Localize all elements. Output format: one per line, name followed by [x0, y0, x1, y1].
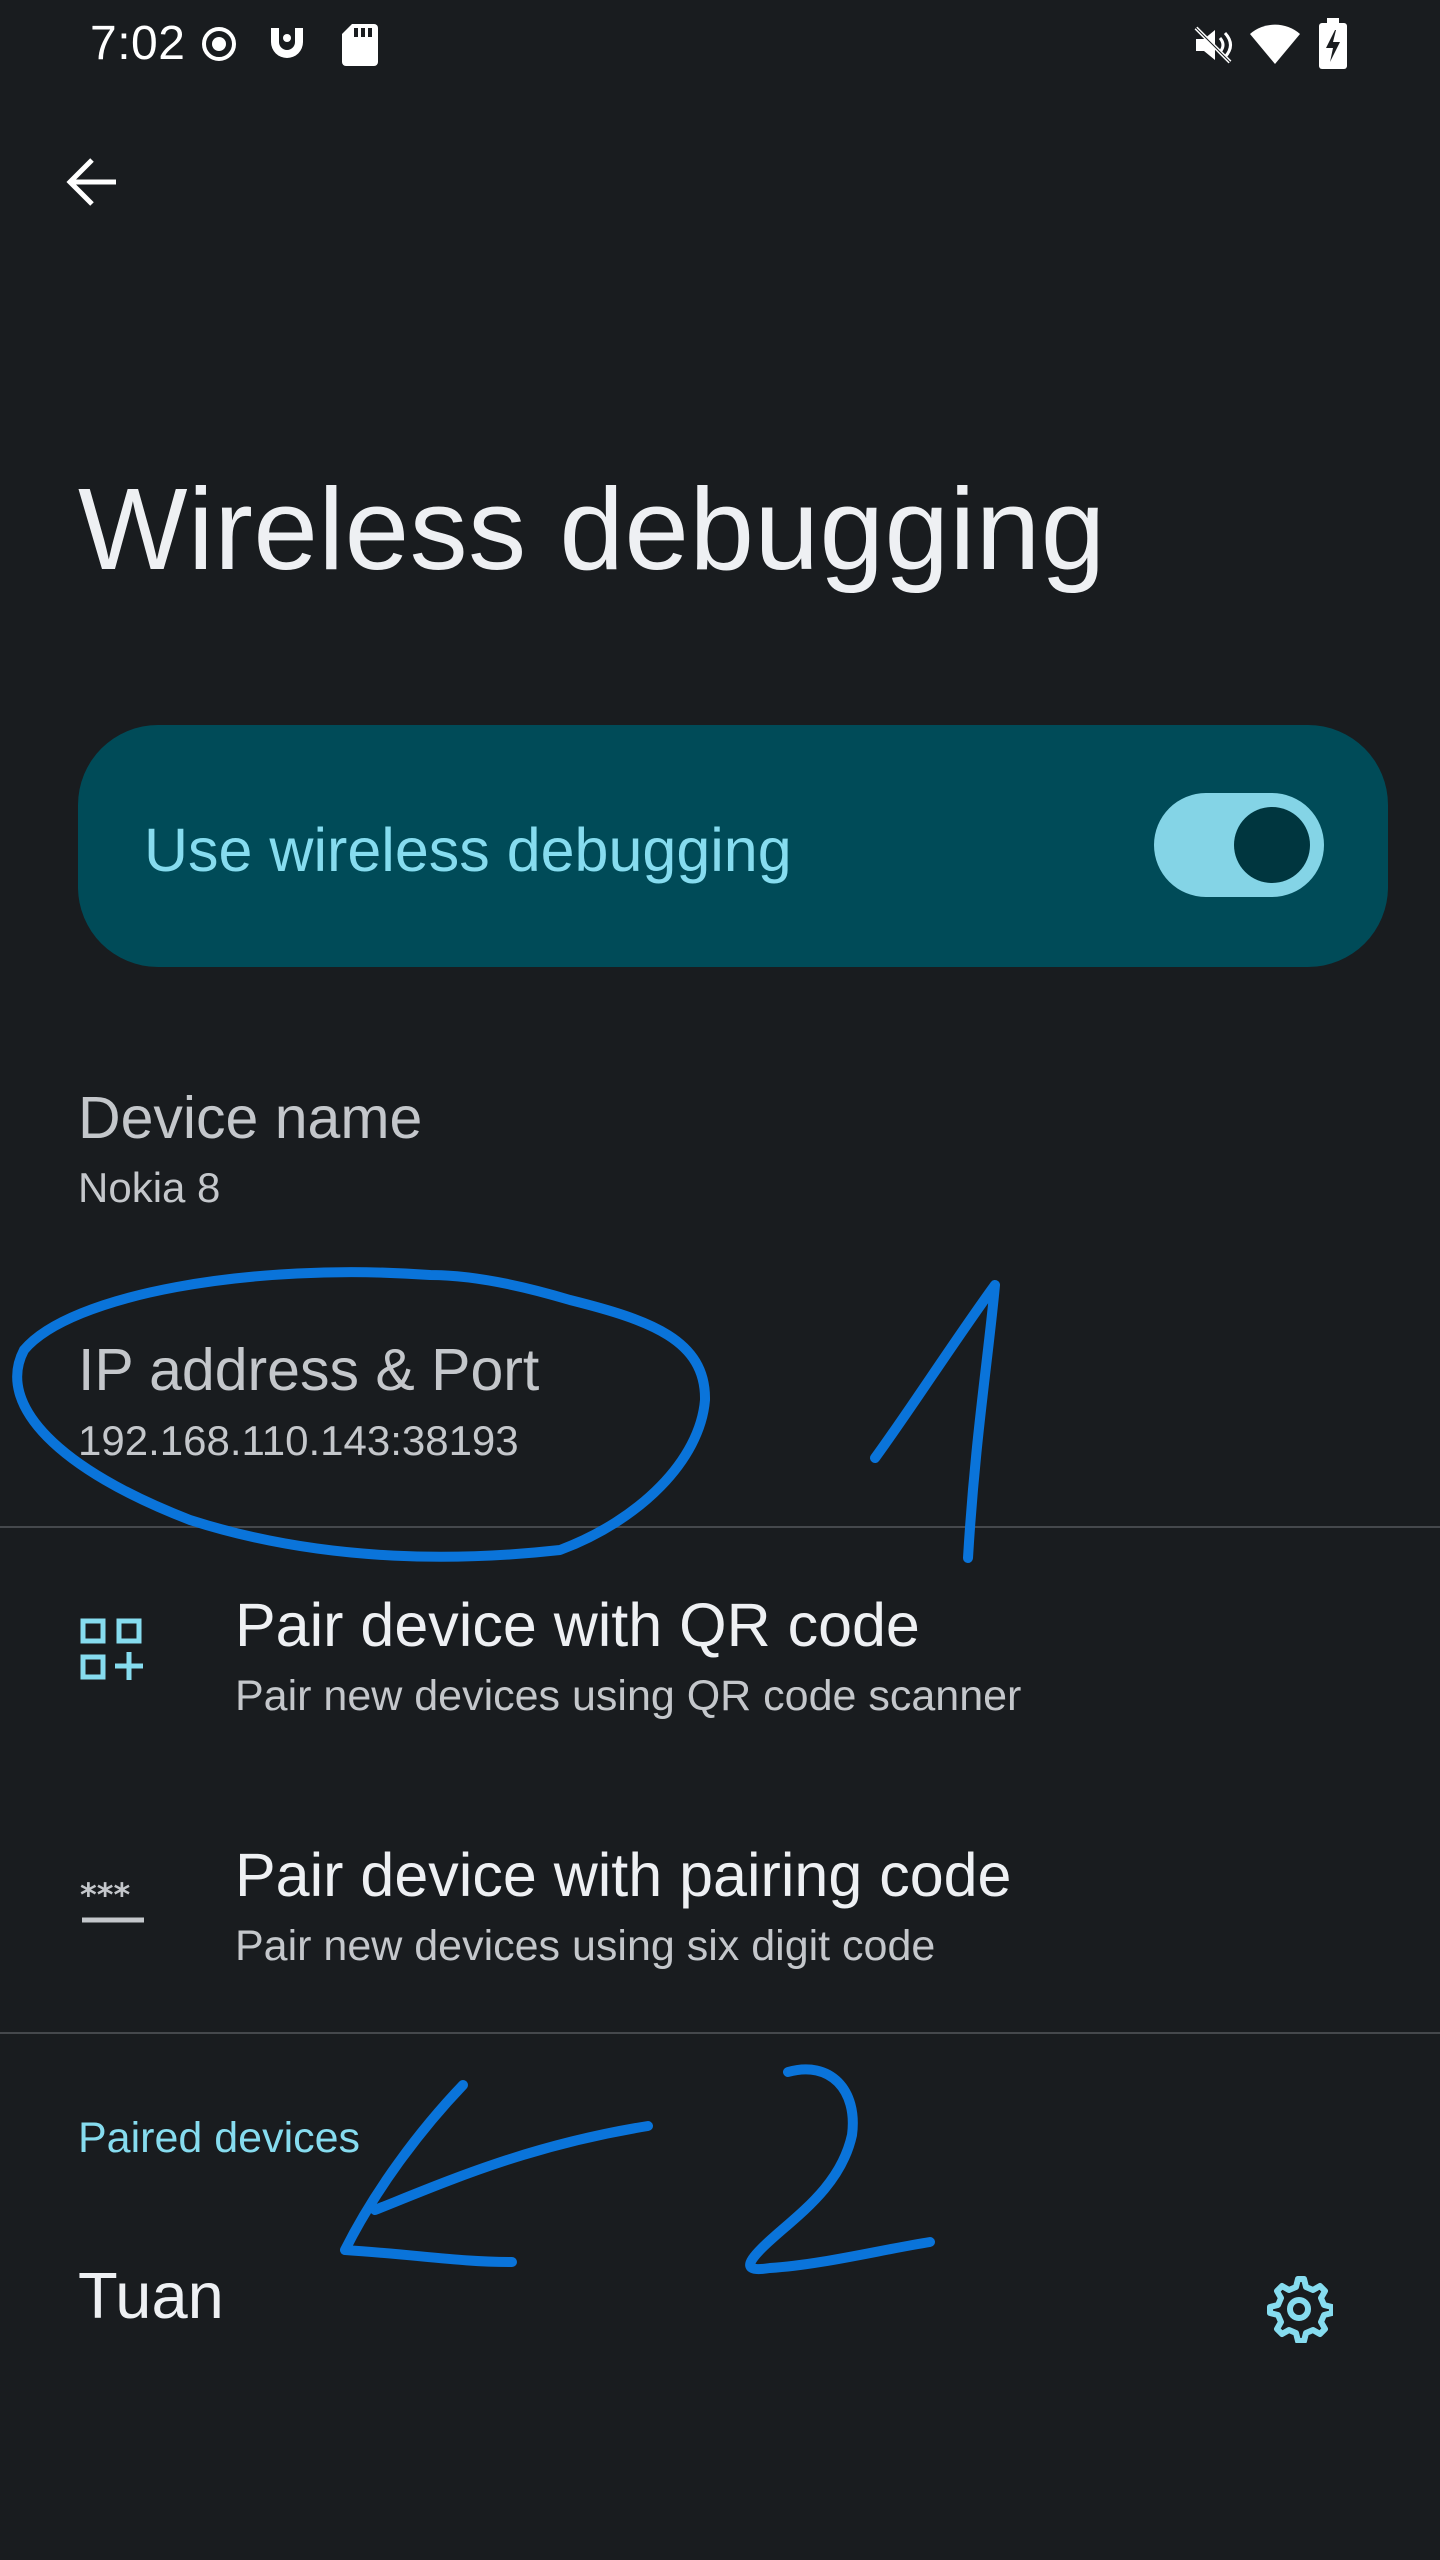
page-title: Wireless debugging: [78, 464, 1106, 594]
record-icon: [197, 22, 241, 71]
status-bar: 7:02: [0, 0, 1440, 90]
arrow-back-icon: [66, 158, 116, 206]
pair-qr-code-row[interactable]: Pair device with QR code Pair new device…: [0, 1530, 1440, 1780]
qr-code-scanner-icon: [80, 1618, 144, 1687]
divider: [0, 2032, 1440, 2034]
ip-address-port-row: IP address & Port 192.168.110.143:38193: [0, 1322, 1440, 1492]
pair-pairing-code-row[interactable]: *** Pair device with pairing code Pair n…: [0, 1782, 1440, 2032]
sd-card-icon: [340, 22, 380, 73]
ip-port-value: 192.168.110.143:38193: [78, 1417, 519, 1464]
pair-code-subtitle: Pair new devices using six digit code: [235, 1922, 936, 1970]
svg-text:***: ***: [80, 1882, 130, 1914]
use-wireless-debugging-switch-row[interactable]: Use wireless debugging: [78, 725, 1388, 967]
paired-devices-header: Paired devices: [78, 2114, 361, 2162]
device-name-row: Device name Nokia 8: [0, 1070, 1440, 1240]
pair-code-title: Pair device with pairing code: [235, 1841, 1012, 1909]
handwritten-annotations: [12, 1267, 1000, 2274]
divider: [0, 1526, 1440, 1528]
ip-port-title: IP address & Port: [78, 1337, 540, 1403]
back-button[interactable]: [48, 138, 136, 226]
switch-thumb: [1234, 807, 1310, 883]
status-time: 7:02: [90, 17, 186, 70]
pair-qr-title: Pair device with QR code: [235, 1591, 920, 1659]
gear-icon: [1267, 2276, 1333, 2343]
password-icon: ***: [80, 1876, 146, 1931]
wifi-icon: [1248, 22, 1302, 71]
battery-charging-icon: [1318, 18, 1348, 75]
device-settings-button[interactable]: [1250, 2260, 1346, 2356]
device-name-title: Device name: [78, 1085, 423, 1151]
notification-app-icon: [265, 22, 309, 71]
pair-qr-subtitle: Pair new devices using QR code scanner: [235, 1672, 1022, 1720]
device-name-value: Nokia 8: [78, 1164, 221, 1211]
switch-label: Use wireless debugging: [144, 816, 792, 884]
paired-device-name: Tuan: [78, 2259, 224, 2332]
paired-device-row[interactable]: Tuan: [0, 2210, 1440, 2380]
mute-icon: [1190, 22, 1236, 73]
wireless-debugging-switch[interactable]: [1154, 793, 1324, 897]
